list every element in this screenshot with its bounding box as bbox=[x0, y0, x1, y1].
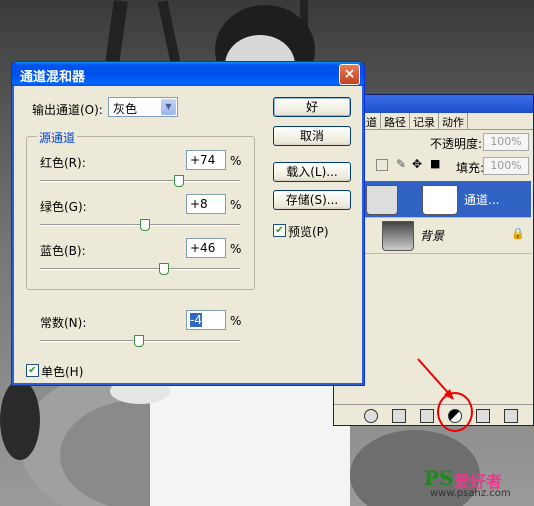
tab-history[interactable]: 记录 bbox=[410, 113, 439, 129]
add-mask-icon[interactable] bbox=[392, 409, 406, 423]
dialog-titlebar[interactable]: 通道混和器 × bbox=[12, 62, 364, 86]
layer-name: 通道... bbox=[464, 193, 500, 207]
ok-button[interactable]: 好 bbox=[273, 97, 351, 117]
lock-icon: 🔒 bbox=[511, 227, 525, 240]
fill-row: ✎ ✥ ■ 填充: 100% bbox=[368, 157, 529, 175]
adjustment-layer-thumbnail bbox=[366, 185, 398, 215]
red-slider-thumb[interactable] bbox=[174, 175, 184, 187]
layer-mask-thumbnail bbox=[422, 185, 458, 215]
blue-slider-track[interactable] bbox=[40, 268, 240, 270]
new-layer-icon[interactable] bbox=[476, 409, 490, 423]
watermark-url: www.psahz.com bbox=[430, 488, 511, 499]
cancel-button[interactable]: 取消 bbox=[273, 126, 351, 146]
dialog-title: 通道混和器 bbox=[20, 70, 86, 85]
save-button[interactable]: 存储(S)... bbox=[273, 190, 351, 210]
fill-label: 填充: bbox=[456, 161, 485, 175]
chevron-down-icon: ▼ bbox=[161, 99, 176, 115]
blue-slider-thumb[interactable] bbox=[159, 263, 169, 275]
annotation-circle bbox=[437, 392, 473, 432]
link-layers-icon[interactable] bbox=[364, 409, 378, 423]
brush-lock-icon[interactable]: ✎ bbox=[396, 157, 406, 171]
green-label: 绿色(G): bbox=[40, 200, 87, 214]
output-channel-select[interactable]: 灰色 ▼ bbox=[108, 97, 178, 117]
output-channel-value: 灰色 bbox=[113, 102, 138, 116]
layer-name: 背景 bbox=[420, 229, 445, 243]
delete-layer-icon[interactable] bbox=[504, 409, 518, 423]
preview-label[interactable]: 预览(P) bbox=[288, 223, 329, 240]
monochrome-checkbox[interactable]: ✔ bbox=[26, 364, 39, 377]
layer-row-adjustment[interactable]: 通道... bbox=[336, 181, 531, 218]
new-group-icon[interactable] bbox=[420, 409, 434, 423]
red-unit: % bbox=[230, 154, 242, 168]
watermark-logo: PS 爱好者 www.psahz.com bbox=[424, 466, 532, 502]
green-value-field[interactable]: +8 bbox=[186, 194, 226, 214]
lock-transparency-icon[interactable] bbox=[376, 159, 388, 171]
opacity-row: 不透明度: 100% bbox=[368, 133, 529, 151]
close-button[interactable]: × bbox=[339, 64, 360, 85]
background-layer-thumbnail bbox=[382, 221, 414, 251]
load-button[interactable]: 载入(L)... bbox=[273, 162, 351, 182]
channel-mixer-dialog: 通道混和器 × 输出通道(O): 灰色 ▼ 源通道 红色(R): +74 % 绿… bbox=[11, 61, 365, 386]
move-lock-icon[interactable]: ✥ bbox=[412, 157, 422, 171]
red-label: 红色(R): bbox=[40, 156, 86, 170]
blue-label: 蓝色(B): bbox=[40, 244, 86, 258]
blue-value-field[interactable]: +46 bbox=[186, 238, 226, 258]
green-unit: % bbox=[230, 198, 242, 212]
constant-label: 常数(N): bbox=[40, 316, 87, 330]
red-slider-track[interactable] bbox=[40, 180, 240, 182]
lock-all-icon[interactable]: ■ bbox=[430, 157, 440, 170]
source-channels-title: 源通道 bbox=[37, 129, 78, 146]
fill-field[interactable]: 100% bbox=[483, 157, 529, 175]
preview-checkbox[interactable]: ✔ bbox=[273, 224, 286, 237]
constant-value-field[interactable]: -4 bbox=[186, 310, 226, 330]
layers-bottom-bar bbox=[334, 404, 533, 425]
constant-slider-thumb[interactable] bbox=[134, 335, 144, 347]
opacity-label: 不透明度: bbox=[430, 137, 483, 151]
watermark-ps: PS bbox=[424, 466, 454, 490]
constant-unit: % bbox=[230, 314, 242, 328]
layer-row-background[interactable]: 背景 🔒 bbox=[336, 217, 531, 254]
opacity-field[interactable]: 100% bbox=[483, 133, 529, 151]
red-value-field[interactable]: +74 bbox=[186, 150, 226, 170]
tab-actions[interactable]: 动作 bbox=[439, 113, 468, 129]
monochrome-label[interactable]: 单色(H) bbox=[41, 363, 83, 380]
green-slider-thumb[interactable] bbox=[140, 219, 150, 231]
tab-paths[interactable]: 路径 bbox=[381, 113, 410, 129]
output-channel-label: 输出通道(O): bbox=[32, 103, 103, 117]
blue-unit: % bbox=[230, 242, 242, 256]
